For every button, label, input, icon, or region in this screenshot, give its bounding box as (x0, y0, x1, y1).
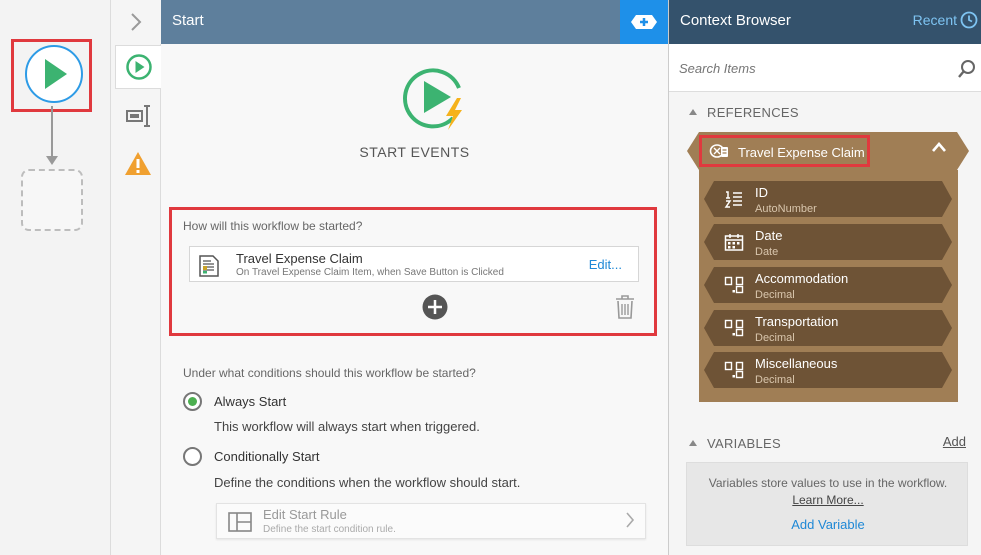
connector-arrow (46, 156, 58, 165)
field-name-date: Date (755, 228, 783, 243)
trigger-title: Travel Expense Claim (236, 251, 363, 266)
variables-empty-box: Variables store values to use in the wor… (686, 462, 968, 546)
variables-label: VARIABLES (707, 436, 781, 451)
trash-icon[interactable] (615, 294, 635, 320)
start-panel: Start START EVENTS How will this workflo… (161, 0, 668, 555)
start-events-icon (403, 68, 462, 130)
always-start-label[interactable]: Always Start (214, 394, 286, 409)
field-name-miscellaneous: Miscellaneous (755, 356, 838, 371)
field-name-transportation: Transportation (755, 314, 839, 329)
decimal-icon (724, 319, 744, 337)
field-type-transportation: Decimal (755, 332, 795, 344)
field-name-id: ID (755, 185, 768, 200)
warning-icon (125, 152, 151, 175)
start-question: How will this workflow be started? (183, 219, 363, 233)
edit-start-rule-card[interactable]: Edit Start Rule Define the start conditi… (216, 503, 646, 539)
start-events-heading: START EVENTS (359, 144, 470, 160)
play-icon (45, 59, 67, 89)
conditions-question: Under what conditions should this workfl… (183, 366, 476, 380)
form-icon (199, 255, 219, 277)
reference-name: Travel Expense Claim (738, 145, 865, 160)
tab-warnings[interactable] (115, 142, 161, 186)
chevron-up-icon[interactable] (931, 141, 947, 153)
variables-description: Variables store values to use in the wor… (708, 476, 948, 490)
field-type-miscellaneous: Decimal (755, 374, 795, 386)
tab-properties[interactable] (115, 94, 161, 138)
add-step-icon (631, 15, 657, 29)
references-label: REFERENCES (707, 105, 799, 120)
add-trigger-icon[interactable] (422, 294, 448, 320)
learn-more-link: Learn More... (687, 493, 969, 507)
autonumber-icon (724, 191, 742, 208)
search-icon[interactable] (957, 59, 977, 79)
always-start-desc: This workflow will always start when tri… (214, 419, 480, 434)
decimal-icon (724, 361, 744, 379)
learn-more-text[interactable]: Learn More... (792, 493, 863, 507)
field-name-accommodation: Accommodation (755, 271, 849, 286)
conditionally-start-desc: Define the conditions when the workflow … (214, 475, 521, 490)
field-type-id: AutoNumber (755, 203, 817, 215)
chevron-right-icon (626, 512, 635, 528)
collapse-canvas-button[interactable] (111, 0, 161, 44)
add-step-button[interactable] (620, 0, 668, 44)
workflow-canvas (0, 0, 111, 555)
rule-layout-icon (228, 512, 252, 532)
trigger-subtitle: On Travel Expense Claim Item, when Save … (236, 267, 504, 278)
context-header: Context Browser Recent (669, 0, 981, 44)
trigger-card[interactable]: Travel Expense Claim On Travel Expense C… (189, 246, 639, 282)
recent-link[interactable]: Recent (913, 12, 957, 28)
tab-start-events[interactable] (115, 45, 162, 89)
connector-line (51, 106, 53, 160)
empty-step-placeholder[interactable] (21, 169, 83, 231)
add-variable-link-header[interactable]: Add (943, 434, 966, 449)
always-start-radio[interactable] (183, 392, 202, 411)
search-bar (669, 44, 981, 92)
panel-title: Start (172, 12, 204, 29)
collapse-triangle-icon (689, 440, 697, 446)
field-type-accommodation: Decimal (755, 289, 795, 301)
references-section-header[interactable]: REFERENCES (689, 105, 799, 120)
add-variable-link: Add Variable (687, 517, 969, 532)
variables-section-header[interactable]: VARIABLES (689, 436, 781, 451)
properties-tab-strip (111, 0, 162, 555)
context-browser: Context Browser Recent REFERENCES Travel… (668, 0, 981, 555)
play-icon (126, 54, 152, 80)
panel-header: Start (161, 0, 668, 44)
calendar-icon (724, 234, 744, 251)
conditionally-start-radio[interactable] (183, 447, 202, 466)
collapse-triangle-icon (689, 109, 697, 115)
edit-trigger-link[interactable]: Edit... (589, 257, 622, 272)
search-input[interactable] (679, 58, 949, 78)
edit-start-rule-subtitle: Define the start condition rule. (263, 524, 396, 535)
edit-start-rule-title: Edit Start Rule (263, 507, 347, 522)
decimal-icon (724, 276, 744, 294)
conditionally-start-label[interactable]: Conditionally Start (214, 449, 320, 464)
start-node[interactable] (25, 45, 83, 103)
smartobject-icon (709, 144, 728, 158)
context-title: Context Browser (680, 12, 791, 29)
clock-icon[interactable] (960, 11, 978, 29)
chevron-right-icon (131, 13, 142, 31)
add-variable-text[interactable]: Add Variable (791, 517, 864, 532)
field-type-date: Date (755, 246, 779, 258)
properties-icon (126, 105, 150, 127)
